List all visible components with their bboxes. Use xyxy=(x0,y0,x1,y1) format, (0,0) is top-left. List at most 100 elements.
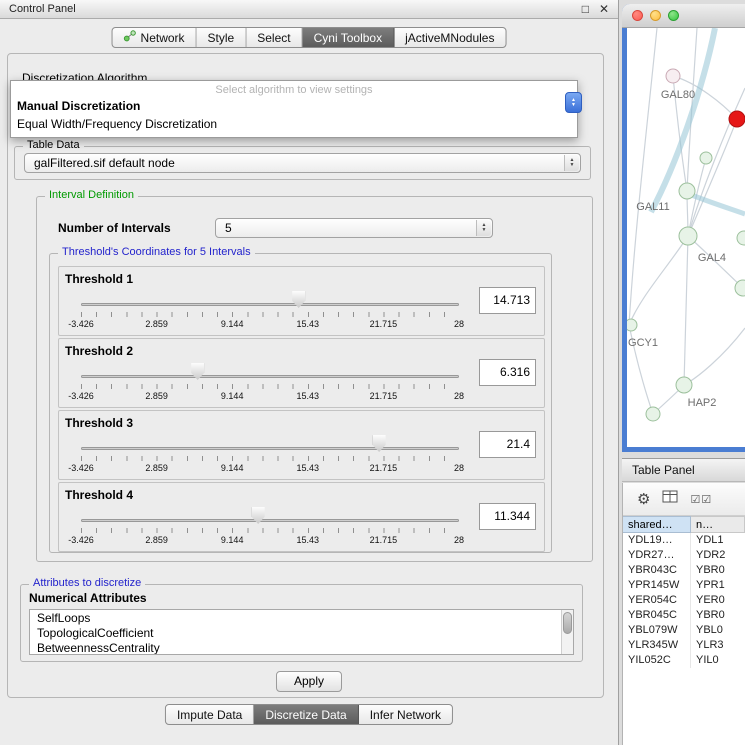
scale-label: 15.43 xyxy=(297,463,320,473)
table-row[interactable]: YBR043CYBR0 xyxy=(623,563,745,578)
table-cell[interactable]: YBR0 xyxy=(691,563,745,578)
scale-label: -3.426 xyxy=(68,319,94,329)
network-edge xyxy=(684,328,745,385)
dropdown-option-equal-width[interactable]: Equal Width/Frequency Discretization xyxy=(11,115,577,133)
apply-button[interactable]: Apply xyxy=(276,671,342,692)
table-row[interactable]: YLR345WYLR3 xyxy=(623,638,745,653)
scale-label: 9.144 xyxy=(221,535,244,545)
threshold-value-field[interactable]: 21.4 xyxy=(479,431,536,458)
tab-discretize-data[interactable]: Discretize Data xyxy=(254,705,358,724)
network-node[interactable] xyxy=(729,111,745,127)
stepper-icon[interactable]: ▲▼ xyxy=(476,220,491,236)
table-cell[interactable]: YPR1 xyxy=(691,578,745,593)
network-canvas[interactable]: GAL80GAL11GAL4GCY1HAP2 xyxy=(627,28,745,447)
threshold-value-field[interactable]: 11.344 xyxy=(479,503,536,530)
network-view-window: GAL80GAL11GAL4GCY1HAP2 xyxy=(622,4,745,452)
tab-jactivemnodules[interactable]: jActiveMNodules xyxy=(394,28,505,47)
slider-track[interactable] xyxy=(81,519,459,522)
slider-track[interactable] xyxy=(81,303,459,306)
network-window-titlebar[interactable] xyxy=(622,4,745,28)
network-node[interactable] xyxy=(627,319,637,331)
list-scrollbar[interactable] xyxy=(561,610,573,654)
dropdown-option-manual[interactable]: Manual Discretization xyxy=(11,97,577,115)
columns-icon[interactable] xyxy=(662,490,678,508)
table-row[interactable]: YDR27…YDR2 xyxy=(623,548,745,563)
select-all-columns-icon[interactable]: ☑☑ xyxy=(690,493,712,506)
network-edge xyxy=(688,119,737,236)
table-cell[interactable]: YPR145W xyxy=(623,578,691,593)
algorithm-select-stepper[interactable]: ▲▼ xyxy=(565,92,582,113)
close-icon[interactable]: ✕ xyxy=(599,3,609,15)
attribute-list-item[interactable]: TopologicalCoefficient xyxy=(30,625,573,640)
tab-network[interactable]: Network xyxy=(113,28,197,47)
table-cell[interactable]: YIL0 xyxy=(691,653,745,668)
slider-scale: -3.4262.8599.14415.4321.71528 xyxy=(81,535,459,546)
scale-label: 15.43 xyxy=(297,535,320,545)
table-cell[interactable]: YLR3 xyxy=(691,638,745,653)
table-row[interactable]: YBL079WYBL0 xyxy=(623,623,745,638)
table-cell[interactable]: YBL079W xyxy=(623,623,691,638)
network-node[interactable] xyxy=(676,377,692,393)
slider-track[interactable] xyxy=(81,447,459,450)
number-of-intervals-select[interactable]: 5 ▲▼ xyxy=(215,218,493,238)
table-cell[interactable]: YER0 xyxy=(691,593,745,608)
table-cell[interactable]: YDL19… xyxy=(623,533,691,548)
column-header-shared-name[interactable]: shared… xyxy=(623,516,691,533)
network-node[interactable] xyxy=(679,183,695,199)
table-cell[interactable]: YDR2 xyxy=(691,548,745,563)
tab-infer-network[interactable]: Infer Network xyxy=(359,705,452,724)
table-row[interactable]: YPR145WYPR1 xyxy=(623,578,745,593)
table-row[interactable]: YER054CYER0 xyxy=(623,593,745,608)
scale-label: 15.43 xyxy=(297,391,320,401)
minimize-traffic-light-icon[interactable] xyxy=(650,10,661,21)
zoom-traffic-light-icon[interactable] xyxy=(668,10,679,21)
table-row[interactable]: YDL19…YDL1 xyxy=(623,533,745,548)
table-row[interactable]: YBR045CYBR0 xyxy=(623,608,745,623)
threshold-value-field[interactable]: 6.316 xyxy=(479,359,536,386)
tab-style[interactable]: Style xyxy=(197,28,247,47)
table-cell[interactable]: YER054C xyxy=(623,593,691,608)
gear-icon[interactable]: ⚙ xyxy=(637,490,650,508)
float-window-icon[interactable]: □ xyxy=(582,3,589,15)
threshold-box-4: Threshold 4 -3.4262.8599.14415.4321.7152… xyxy=(58,482,545,552)
numerical-attributes-list[interactable]: SelfLoopsTopologicalCoefficientBetweenne… xyxy=(29,609,574,655)
attribute-list-item[interactable]: SelfLoops xyxy=(30,610,573,625)
threshold-slider-1[interactable]: -3.4262.8599.14415.4321.71528 xyxy=(81,291,459,331)
network-node[interactable] xyxy=(700,152,712,164)
table-data-select[interactable]: galFiltered.sif default node ▲▼ xyxy=(24,153,581,173)
tab-impute-data[interactable]: Impute Data xyxy=(166,705,254,724)
cyni-mode-tabs: Impute Data Discretize Data Infer Networ… xyxy=(165,704,453,725)
slider-track[interactable] xyxy=(81,375,459,378)
attribute-list-item[interactable]: BetweennessCentrality xyxy=(30,640,573,655)
scrollbar-thumb[interactable] xyxy=(563,612,572,634)
table-cell[interactable]: YIL052C xyxy=(623,653,691,668)
threshold-value-field[interactable]: 14.713 xyxy=(479,287,536,314)
network-node[interactable] xyxy=(737,231,745,245)
threshold-slider-2[interactable]: -3.4262.8599.14415.4321.71528 xyxy=(81,363,459,403)
table-cell[interactable]: YBR043C xyxy=(623,563,691,578)
close-traffic-light-icon[interactable] xyxy=(632,10,643,21)
group-title-attributes: Attributes to discretize xyxy=(29,577,145,589)
threshold-slider-4[interactable]: -3.4262.8599.14415.4321.71528 xyxy=(81,507,459,547)
group-title-interval-definition: Interval Definition xyxy=(45,189,138,201)
threshold-slider-3[interactable]: -3.4262.8599.14415.4321.71528 xyxy=(81,435,459,475)
control-panel-titlebar[interactable]: Control Panel □ ✕ xyxy=(0,0,618,19)
table-cell[interactable]: YDL1 xyxy=(691,533,745,548)
stepper-icon[interactable]: ▲▼ xyxy=(564,155,579,171)
table-cell[interactable]: YBL0 xyxy=(691,623,745,638)
table-cell[interactable]: YDR27… xyxy=(623,548,691,563)
column-header-name[interactable]: n… xyxy=(691,516,745,533)
network-node[interactable] xyxy=(679,227,697,245)
table-cell[interactable]: YBR045C xyxy=(623,608,691,623)
table-cell[interactable]: YLR345W xyxy=(623,638,691,653)
numerical-attributes-label: Numerical Attributes xyxy=(29,591,147,605)
tab-select[interactable]: Select xyxy=(246,28,302,47)
table-header-row: shared… n… xyxy=(623,516,745,533)
table-cell[interactable]: YBR0 xyxy=(691,608,745,623)
network-node[interactable] xyxy=(646,407,660,421)
node-label: GAL11 xyxy=(636,201,669,213)
scale-label: 9.144 xyxy=(221,463,244,473)
tab-cyni-toolbox[interactable]: Cyni Toolbox xyxy=(303,28,394,47)
table-row[interactable]: YIL052CYIL0 xyxy=(623,653,745,668)
network-node[interactable] xyxy=(666,69,680,83)
